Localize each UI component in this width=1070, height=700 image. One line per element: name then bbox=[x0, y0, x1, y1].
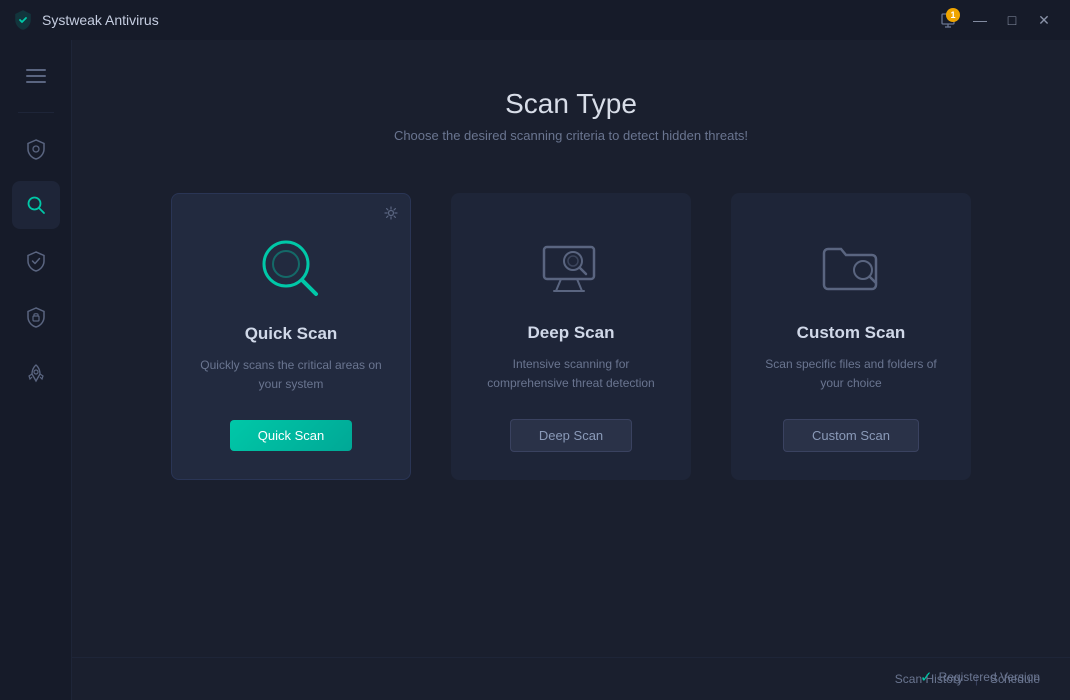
sidebar-item-menu[interactable] bbox=[12, 52, 60, 100]
maximize-button[interactable]: □ bbox=[998, 6, 1026, 34]
notification-badge: 1 bbox=[946, 8, 960, 22]
registered-check-icon: ✓ bbox=[920, 668, 933, 686]
custom-scan-button[interactable]: Custom Scan bbox=[783, 419, 919, 452]
shield-icon bbox=[26, 138, 46, 160]
custom-scan-title: Custom Scan bbox=[797, 323, 906, 343]
registered-label: Registered Version bbox=[939, 670, 1040, 684]
page-title: Scan Type bbox=[132, 88, 1010, 120]
titlebar-controls: 1 — □ ✕ bbox=[934, 6, 1058, 34]
scan-cards-container: Quick Scan Quickly scans the critical ar… bbox=[132, 193, 1010, 480]
content-area: Scan Type Choose the desired scanning cr… bbox=[72, 40, 1070, 700]
close-button[interactable]: ✕ bbox=[1030, 6, 1058, 34]
minimize-button[interactable]: — bbox=[966, 6, 994, 34]
quick-scan-title: Quick Scan bbox=[245, 324, 338, 344]
custom-scan-icon bbox=[816, 233, 886, 303]
registered-version: ✓ Registered Version bbox=[920, 668, 1040, 686]
rocket-icon bbox=[26, 362, 46, 384]
deep-scan-icon bbox=[536, 233, 606, 303]
sidebar-item-scan[interactable] bbox=[12, 181, 60, 229]
quick-scan-settings-icon[interactable] bbox=[384, 206, 398, 220]
shield-check-icon bbox=[26, 250, 46, 272]
page-header: Scan Type Choose the desired scanning cr… bbox=[132, 88, 1010, 143]
sidebar-item-protection[interactable] bbox=[12, 125, 60, 173]
menu-icon bbox=[26, 68, 46, 84]
titlebar-left: Systweak Antivirus bbox=[12, 9, 159, 31]
sidebar-item-boost[interactable] bbox=[12, 349, 60, 397]
app-title: Systweak Antivirus bbox=[42, 12, 159, 28]
quick-scan-icon bbox=[256, 234, 326, 304]
search-icon bbox=[26, 195, 46, 215]
quick-scan-desc: Quickly scans the critical areas on your… bbox=[196, 356, 386, 396]
deep-scan-card[interactable]: Deep Scan Intensive scanning for compreh… bbox=[451, 193, 691, 480]
sidebar-item-safety[interactable] bbox=[12, 237, 60, 285]
shield-lock-icon bbox=[26, 306, 46, 328]
custom-scan-card[interactable]: Custom Scan Scan specific files and fold… bbox=[731, 193, 971, 480]
custom-scan-desc: Scan specific files and folders of your … bbox=[755, 355, 947, 395]
quick-scan-button[interactable]: Quick Scan bbox=[230, 420, 352, 451]
quick-scan-card[interactable]: Quick Scan Quickly scans the critical ar… bbox=[171, 193, 411, 480]
deep-scan-button[interactable]: Deep Scan bbox=[510, 419, 632, 452]
titlebar: Systweak Antivirus 1 — □ ✕ bbox=[0, 0, 1070, 40]
deep-scan-desc: Intensive scanning for comprehensive thr… bbox=[475, 355, 667, 395]
sidebar bbox=[0, 40, 72, 700]
main-layout: Scan Type Choose the desired scanning cr… bbox=[0, 40, 1070, 700]
deep-scan-title: Deep Scan bbox=[528, 323, 615, 343]
app-logo-icon bbox=[12, 9, 34, 31]
notification-button[interactable]: 1 bbox=[934, 6, 962, 34]
sidebar-item-secure[interactable] bbox=[12, 293, 60, 341]
page-subtitle: Choose the desired scanning criteria to … bbox=[132, 128, 1010, 143]
sidebar-divider-1 bbox=[18, 112, 54, 113]
